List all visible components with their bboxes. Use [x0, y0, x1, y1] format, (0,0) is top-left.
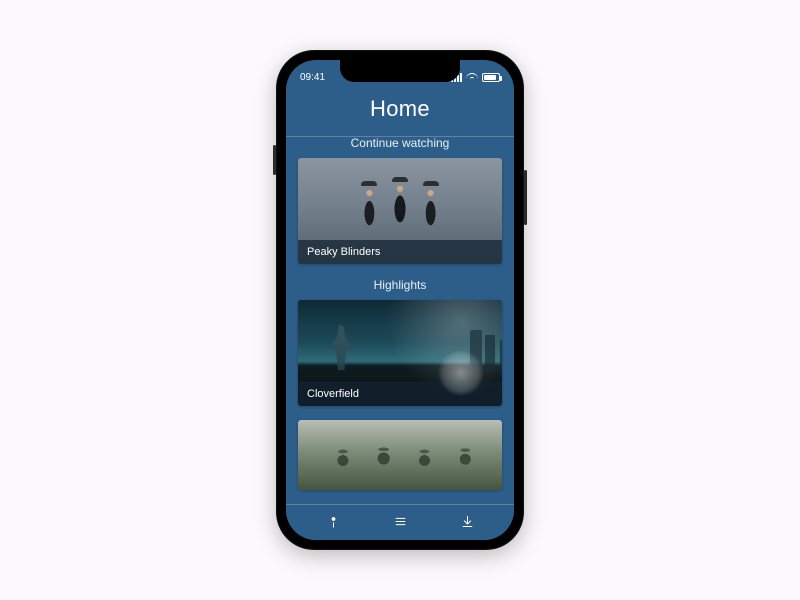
- menu-icon: [393, 514, 408, 532]
- section-continue-watching: Continue watching Peaky Blinders: [298, 136, 502, 264]
- thumbnail-war: [298, 420, 502, 490]
- nav-menu-button[interactable]: [380, 505, 420, 541]
- nav-downloads-button[interactable]: [447, 505, 487, 541]
- download-icon: [460, 514, 475, 532]
- app-header: Home: [286, 88, 514, 136]
- wifi-icon: [466, 73, 478, 82]
- device-notch: [340, 60, 460, 82]
- nav-home-button[interactable]: [313, 505, 353, 541]
- status-time: 09:41: [300, 72, 325, 83]
- phone-frame: 09:41 Home Continue watching Peaky Blind…: [276, 50, 524, 550]
- card-title: Cloverfield: [298, 382, 502, 406]
- page-title: Home: [286, 96, 514, 122]
- home-dot-icon: [326, 514, 341, 532]
- card-title: Peaky Blinders: [298, 240, 502, 264]
- section-title-continue: Continue watching: [298, 136, 502, 150]
- battery-icon: [482, 73, 500, 82]
- bottom-nav: [286, 504, 514, 540]
- highlight-card-next[interactable]: [298, 420, 502, 490]
- section-highlights: Highlights Cloverfield: [298, 278, 502, 490]
- highlight-card-cloverfield[interactable]: Cloverfield: [298, 300, 502, 406]
- content-scroll[interactable]: Continue watching Peaky Blinders Highlig…: [286, 134, 514, 504]
- app-screen: 09:41 Home Continue watching Peaky Blind…: [286, 60, 514, 540]
- section-title-highlights: Highlights: [298, 278, 502, 292]
- continue-card-peaky-blinders[interactable]: Peaky Blinders: [298, 158, 502, 264]
